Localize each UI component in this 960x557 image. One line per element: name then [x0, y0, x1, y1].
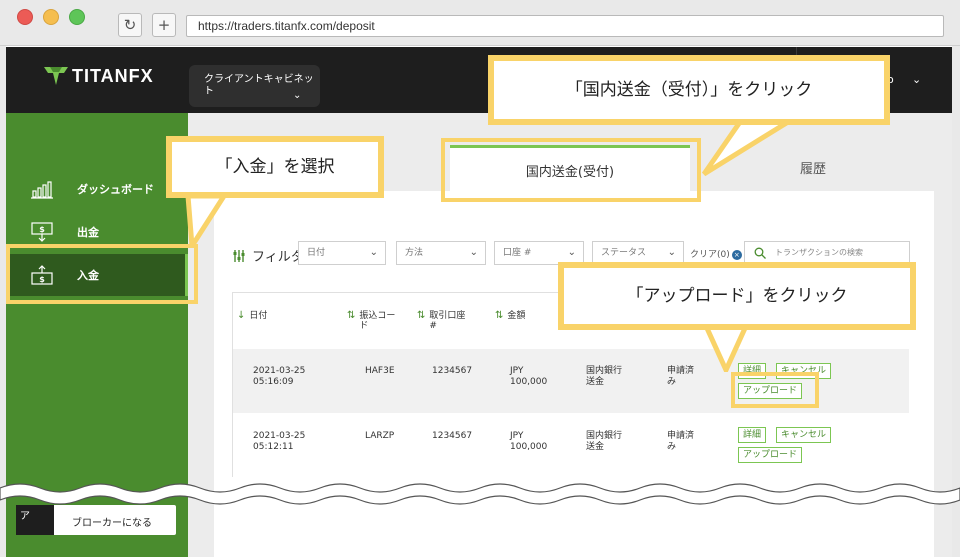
highlight-domestic-tab — [441, 138, 701, 202]
amount-cell: JPY 100,000 — [510, 366, 548, 387]
sort-down-icon: ↓ — [237, 310, 246, 321]
method-cell: 国内銀行送金 — [586, 366, 623, 387]
date-filter[interactable]: 日付 ⌄ — [298, 241, 386, 265]
refresh-icon[interactable]: ↻ — [118, 13, 142, 37]
client-cabinet-menu[interactable]: クライアントキャビネット ⌄ — [189, 65, 320, 107]
browser-window: ↻ + https://traders.titanfx.com/deposit … — [0, 0, 960, 557]
date-cell: 2021-03-25 05:16:09 — [253, 366, 306, 387]
titan-logo-icon — [44, 67, 68, 85]
chevron-down-icon: ⌄ — [667, 247, 676, 258]
cancel-button[interactable]: キャンセル — [776, 427, 832, 443]
sort-icon: ⇅ — [495, 310, 504, 321]
callout-pointer — [703, 326, 749, 372]
amount-cell: JPY 100,000 — [510, 431, 548, 452]
torn-edge-divider — [0, 483, 960, 505]
new-tab-icon[interactable]: + — [152, 13, 176, 37]
account-filter-label: 口座 # — [503, 248, 532, 258]
highlight-upload — [731, 372, 819, 408]
chevron-down-icon: ⌄ — [293, 90, 302, 101]
column-header-label: 日付 — [249, 311, 268, 321]
code-cell: LARZP — [365, 431, 395, 441]
status-filter-label: ステータス — [601, 248, 647, 258]
callout-click-domestic: 「国内送金（受付）」をクリック — [488, 55, 890, 125]
sort-icon: ⇅ — [347, 310, 356, 321]
sidebar-item-dashboard[interactable]: ダッシュボード — [6, 170, 188, 208]
filter-toggle[interactable]: フィルタ — [232, 246, 304, 265]
column-header-account[interactable]: ⇅ 取引口座 # — [417, 310, 473, 332]
status-cell: 申請済み — [667, 366, 695, 387]
method-cell: 国内銀行送金 — [586, 431, 623, 452]
clear-filters-label: クリア(0) — [690, 250, 730, 260]
chevron-down-icon: ⌄ — [369, 247, 378, 258]
column-header-code[interactable]: ⇅ 振込コード — [347, 310, 403, 332]
column-header-label: 振込コード — [359, 311, 396, 331]
search-placeholder: トランザクションの検索 — [775, 248, 863, 257]
address-bar[interactable]: https://traders.titanfx.com/deposit — [186, 15, 944, 37]
callout-select-deposit: 「入金」を選択 — [166, 136, 384, 198]
broker-prefix: ア — [16, 505, 54, 535]
browser-toolbar: ↻ + https://traders.titanfx.com/deposit — [0, 0, 960, 46]
code-cell: HAF3E — [365, 366, 395, 376]
svg-text:$: $ — [39, 225, 45, 234]
broker-label: ブローカーになる — [72, 518, 152, 529]
table-row: 2021-03-25 05:12:11 LARZP 1234567 JPY 100,… — [233, 413, 909, 477]
withdraw-icon: $ — [31, 222, 53, 242]
column-header-label: 金額 — [507, 311, 526, 321]
status-cell: 申請済み — [667, 431, 695, 452]
callout-pointer — [701, 122, 790, 177]
minimize-window-button[interactable] — [43, 9, 59, 25]
maximize-window-button[interactable] — [69, 9, 85, 25]
sidebar-item-label: ダッシュボード — [77, 183, 154, 196]
details-button[interactable]: 詳細 — [738, 427, 767, 443]
titanfx-logo[interactable]: TITANFX — [44, 65, 154, 87]
column-header-label: 取引口座 # — [429, 311, 466, 331]
close-icon: × — [731, 250, 742, 260]
user-menu-chevron-icon[interactable]: ⌄ — [912, 73, 921, 86]
search-icon — [754, 247, 766, 259]
date-filter-label: 日付 — [307, 248, 326, 258]
sort-icon: ⇅ — [417, 310, 426, 321]
chevron-down-icon: ⌄ — [469, 247, 478, 258]
clear-filters-button[interactable]: クリア(0) × — [690, 247, 742, 260]
method-filter[interactable]: 方法 ⌄ — [396, 241, 486, 265]
method-filter-label: 方法 — [405, 248, 424, 258]
date-cell: 2021-03-25 05:12:11 — [253, 431, 306, 452]
account-cell: 1234567 — [432, 431, 473, 441]
bar-chart-icon — [31, 181, 53, 199]
logo-text: TITANFX — [72, 65, 154, 86]
sidebar-item-label: 出金 — [77, 226, 99, 239]
highlight-deposit — [6, 244, 198, 304]
filter-label: フィルタ — [252, 250, 304, 265]
callout-pointer — [185, 196, 227, 248]
upload-button[interactable]: アップロード — [738, 447, 803, 463]
sliders-icon — [233, 249, 245, 262]
account-cell: 1234567 — [432, 366, 473, 376]
close-window-button[interactable] — [17, 9, 33, 25]
column-header-amount[interactable]: ⇅ 金額 — [495, 310, 526, 322]
become-broker-button[interactable]: ア ブローカーになる — [16, 505, 176, 535]
column-header-date[interactable]: ↓ 日付 — [237, 310, 268, 322]
chevron-down-icon: ⌄ — [567, 247, 576, 258]
callout-click-upload: 「アップロード」をクリック — [558, 262, 916, 330]
